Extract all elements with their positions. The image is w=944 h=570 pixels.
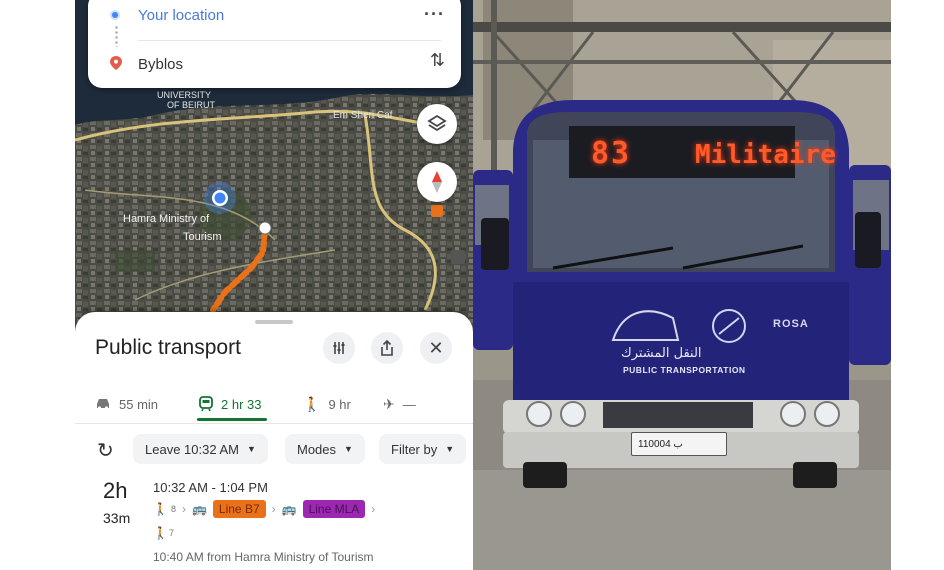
tab-walk[interactable]: 🚶 9 hr	[303, 384, 351, 424]
map-label-place: Em Sheri Caf	[333, 110, 393, 121]
screenshot-frame: UNIVERSITY OF BEIRUT Em Sheri Caf Hamra …	[0, 0, 944, 570]
car-icon	[97, 399, 109, 410]
airplane-icon: ✈	[383, 395, 395, 412]
route-connector	[115, 25, 118, 47]
layers-button[interactable]	[417, 104, 457, 144]
destination-input[interactable]: Byblos	[138, 56, 183, 73]
location-dot-icon	[110, 10, 120, 20]
map-label-hamra: Hamra Ministry of	[123, 213, 210, 225]
trip-time-range: 10:32 AM - 1:04 PM	[153, 480, 268, 495]
tab-walk-label: 9 hr	[328, 396, 351, 412]
map-app: UNIVERSITY OF BEIRUT Em Sheri Caf Hamra …	[75, 0, 473, 570]
trip-legs: 🚶 8 › 🚌 Line B7 › 🚌 Line MLA ›	[153, 500, 375, 518]
filter-dropdown[interactable]: Filter by ▼	[379, 434, 467, 464]
tab-flight[interactable]: ✈ —	[383, 384, 416, 424]
divider	[138, 40, 441, 41]
bus-route-number: 83	[591, 136, 632, 171]
bus-photo: 83 Militaire النقل المشترك PUBLIC TRANSP…	[473, 0, 891, 570]
compass-button[interactable]	[417, 162, 457, 202]
walk-icon: 🚶	[153, 502, 168, 516]
travel-mode-tabs: 55 min 2 hr 33 🚶 9 hr ✈ —	[75, 384, 473, 424]
tab-transit-label: 2 hr 33	[221, 396, 262, 412]
filter-label: Filter by	[391, 441, 438, 457]
walk-minutes: 8	[170, 504, 176, 514]
chevron-down-icon: ▼	[246, 444, 256, 454]
walk-icon: 🚶	[303, 395, 321, 412]
bus-brand-badge: ROSA	[773, 318, 809, 330]
license-plate: ب 110004	[631, 432, 727, 456]
bus-icon: 🚌	[191, 502, 207, 516]
modes-label: Modes	[297, 441, 337, 457]
departure-info: 10:40 AM from Hamra Ministry of Tourism	[153, 550, 374, 564]
bus-destination-sign: Militaire	[695, 140, 836, 170]
share-button[interactable]	[371, 332, 403, 364]
map-pin-icon	[110, 56, 122, 70]
directions-sheet: Public transport ✕ 55 min 2 hr 33 🚶 9 hr…	[75, 312, 473, 570]
swap-vert-icon[interactable]: ⇅	[430, 50, 445, 71]
trip-legs-continued: 🚶 7	[153, 526, 174, 540]
leave-time-dropdown[interactable]: Leave 10:32 AM ▼	[133, 434, 268, 464]
chevron-down-icon: ▼	[445, 444, 455, 454]
chevron-down-icon: ▼	[344, 444, 353, 454]
map-label-university: UNIVERSITY	[157, 90, 211, 100]
chevron-right-icon: ›	[371, 502, 376, 516]
transit-options: ↻ Leave 10:32 AM ▼ Modes ▼ Filter by ▼	[75, 434, 473, 466]
layers-icon	[427, 114, 447, 132]
walk-icon: 🚶	[153, 526, 168, 540]
bus-photo-scene	[473, 0, 891, 570]
modes-dropdown[interactable]: Modes ▼	[285, 434, 365, 464]
line-badge-mla: Line MLA	[302, 500, 366, 518]
trip-duration-hours: 2h	[103, 478, 128, 503]
compass-icon	[432, 171, 442, 193]
active-tab-indicator	[197, 418, 267, 421]
trip-duration-minutes: 33m	[103, 510, 131, 526]
route-search-card: Your location Byblos ··· ⇅	[88, 0, 461, 88]
bus-icon: 🚌	[281, 502, 297, 516]
map-label-beirut: OF BEIRUT	[167, 100, 216, 110]
options-button[interactable]	[323, 332, 355, 364]
sheet-title: Public transport	[95, 336, 241, 359]
tab-car[interactable]: 55 min	[95, 384, 158, 424]
transit-icon	[199, 396, 213, 412]
close-button[interactable]: ✕	[420, 332, 452, 364]
filter-icon	[333, 342, 345, 354]
close-icon: ✕	[428, 337, 444, 358]
map-label-tourism: Tourism	[183, 231, 222, 243]
tab-car-label: 55 min	[119, 396, 159, 412]
bus-arabic-livery: النقل المشترك	[621, 346, 702, 361]
refresh-icon[interactable]: ↻	[97, 438, 114, 463]
origin-input[interactable]: Your location	[138, 7, 224, 24]
destination-row[interactable]	[110, 56, 122, 70]
sheet-drag-handle[interactable]	[255, 320, 293, 324]
chevron-right-icon: ›	[181, 502, 186, 516]
more-horiz-icon[interactable]: ···	[424, 4, 445, 25]
chevron-right-icon: ›	[271, 502, 276, 516]
tab-flight-label: —	[402, 396, 416, 412]
leave-time-label: Leave 10:32 AM	[145, 441, 239, 457]
walk-minutes: 7	[168, 528, 174, 538]
bus-livery-text: PUBLIC TRANSPORTATION	[623, 365, 746, 375]
origin-row[interactable]	[110, 10, 120, 20]
line-badge-b7: Line B7	[212, 500, 266, 518]
share-icon	[381, 340, 393, 356]
trip-option[interactable]: 2h 33m 10:32 AM - 1:04 PM 🚶 8 › 🚌 Line B…	[75, 478, 473, 570]
